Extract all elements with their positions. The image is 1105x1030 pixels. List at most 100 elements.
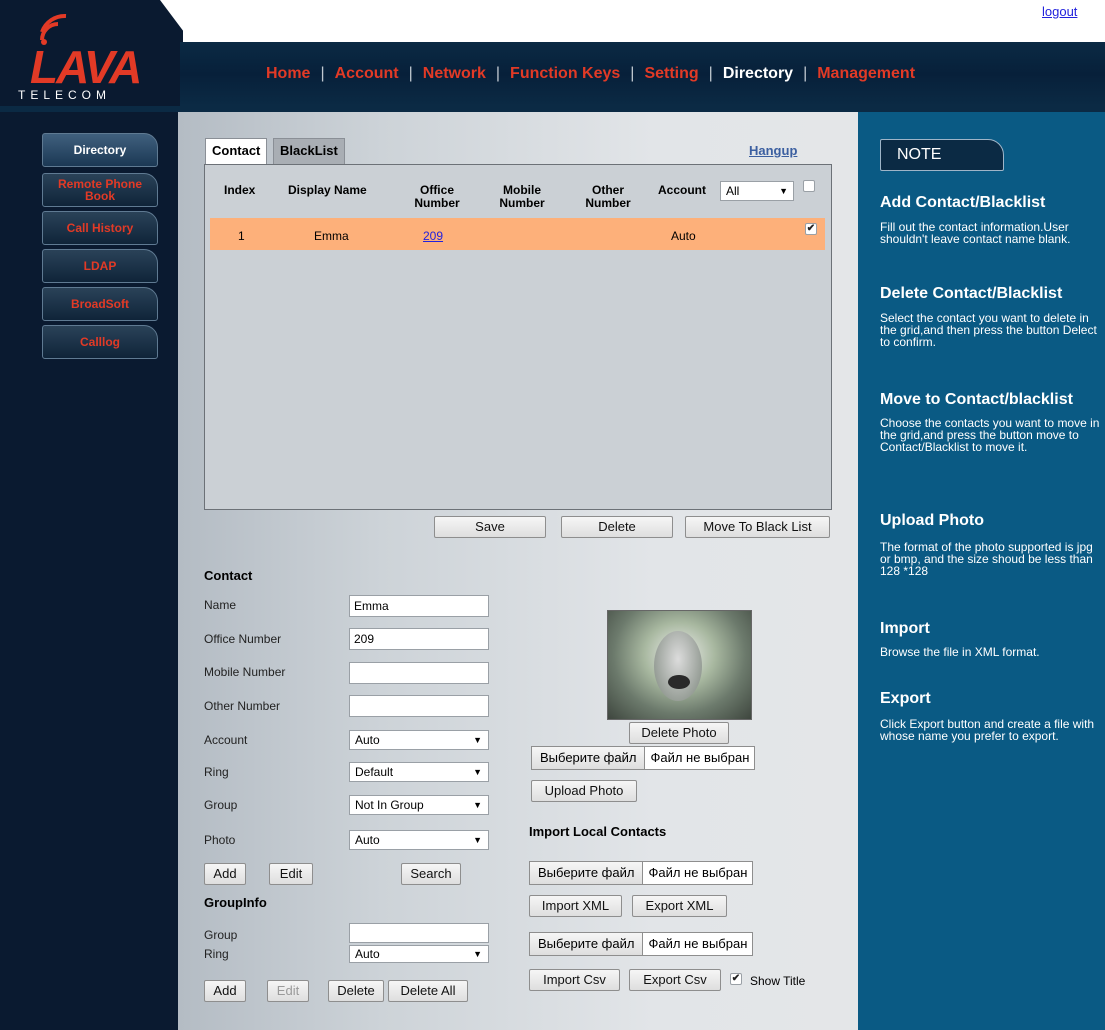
add-group-button[interactable]: Add <box>204 980 246 1002</box>
nav-function-keys[interactable]: Function Keys <box>510 65 620 83</box>
chevron-down-icon: ▼ <box>473 835 482 845</box>
col-header-other-number: Other Number <box>585 183 631 210</box>
note-title-export: Export <box>880 690 931 707</box>
note-tab: NOTE <box>880 139 1004 171</box>
export-csv-button[interactable]: Export Csv <box>629 969 721 991</box>
groupinfo-section-title: GroupInfo <box>204 895 267 910</box>
upload-photo-button[interactable]: Upload Photo <box>531 780 637 802</box>
select-all-checkbox[interactable] <box>803 180 815 192</box>
note-text-add: Fill out the contact information.User sh… <box>880 220 1071 246</box>
chevron-down-icon: ▼ <box>473 767 482 777</box>
show-title-checkbox[interactable]: ✔ <box>730 973 742 985</box>
col-header-office-number: Office Number <box>414 183 460 210</box>
ring-label: Ring <box>204 765 229 779</box>
tab-contact[interactable]: Contact <box>205 138 268 164</box>
delete-button[interactable]: Delete <box>561 516 673 538</box>
sidebar-item-remote-phone-book[interactable]: Remote Phone Book <box>42 173 158 207</box>
export-xml-button[interactable]: Export XML <box>632 895 727 917</box>
hangup-link[interactable]: Hangup <box>749 143 797 158</box>
groupinfo-ring-select[interactable]: Auto ▼ <box>349 945 489 963</box>
delete-group-button[interactable]: Delete <box>328 980 384 1002</box>
photo-select[interactable]: Auto ▼ <box>349 830 489 850</box>
table-row[interactable] <box>210 218 825 250</box>
import-csv-button[interactable]: Import Csv <box>529 969 620 991</box>
import-file-picker-2[interactable]: Выберите файл Файл не выбран <box>529 932 754 956</box>
mobile-number-input[interactable] <box>349 662 489 684</box>
note-text-export: Click Export button and create a file wi… <box>880 717 1095 743</box>
sidebar-item-calllog[interactable]: Calllog <box>42 325 158 359</box>
show-title-label: Show Title <box>750 974 806 988</box>
groupinfo-group-input[interactable] <box>349 923 489 943</box>
nav-management[interactable]: Management <box>817 65 915 83</box>
search-button[interactable]: Search <box>401 863 461 885</box>
note-text-move: Choose the contacts you want to move in … <box>880 416 1100 454</box>
nav-setting[interactable]: Setting <box>644 65 698 83</box>
group-select[interactable]: Not In Group ▼ <box>349 795 489 815</box>
sidebar-item-call-history[interactable]: Call History <box>42 211 158 245</box>
logo-subtitle: TELECOM <box>18 88 112 102</box>
groupinfo-group-label: Group <box>204 928 238 942</box>
cell-office-number-link[interactable]: 209 <box>423 229 443 243</box>
top-nav: Home | Account | Network | Function Keys… <box>266 62 915 86</box>
delete-all-groups-button[interactable]: Delete All <box>388 980 468 1002</box>
ring-select[interactable]: Default ▼ <box>349 762 489 782</box>
note-text-delete: Select the contact you want to delete in… <box>880 311 1097 349</box>
account-label: Account <box>204 733 248 747</box>
import-xml-button[interactable]: Import XML <box>529 895 622 917</box>
note-text-upload: The format of the photo supported is jpg… <box>880 540 1093 578</box>
choose-file-button[interactable]: Выберите файл <box>532 747 646 769</box>
logout-link[interactable]: logout <box>1042 4 1077 19</box>
nav-home[interactable]: Home <box>266 65 310 83</box>
sidebar-item-broadsoft[interactable]: BroadSoft <box>42 287 158 321</box>
ring-select-value: Default <box>355 765 394 779</box>
tab-blacklist[interactable]: BlackList <box>273 138 345 164</box>
choose-file-button[interactable]: Выберите файл <box>530 933 644 955</box>
move-to-blacklist-button[interactable]: Move To Black List <box>685 516 830 538</box>
sidebar-item-ldap[interactable]: LDAP <box>42 249 158 283</box>
row-checkbox[interactable]: ✔ <box>805 223 817 235</box>
save-button[interactable]: Save <box>434 516 546 538</box>
account-filter-select[interactable]: All ▼ <box>720 181 794 201</box>
account-select-value: Auto <box>355 733 380 747</box>
photo-file-picker[interactable]: Выберите файл Файл не выбран <box>531 746 756 770</box>
nav-separator: | <box>320 65 325 82</box>
add-contact-button[interactable]: Add <box>204 863 246 885</box>
header: LAVA TELECOM Home | Account | Network | … <box>0 0 1105 112</box>
name-input[interactable]: Emma <box>349 595 489 617</box>
photo-label: Photo <box>204 833 236 847</box>
import-file-picker-1[interactable]: Выберите файл Файл не выбран <box>529 861 754 885</box>
note-title-delete: Delete Contact/Blacklist <box>880 285 1063 302</box>
nav-separator: | <box>630 65 635 82</box>
nav-separator: | <box>408 65 413 82</box>
other-number-input[interactable] <box>349 695 489 717</box>
chevron-down-icon: ▼ <box>473 735 482 745</box>
cell-display-name: Emma <box>314 229 349 243</box>
note-title-move: Move to Contact/blacklist <box>880 391 1073 408</box>
choose-file-button[interactable]: Выберите файл <box>530 862 644 884</box>
chevron-down-icon: ▼ <box>473 949 482 959</box>
nav-network[interactable]: Network <box>423 65 486 83</box>
cell-index: 1 <box>238 229 245 243</box>
nav-separator: | <box>708 65 713 82</box>
nav-separator: | <box>803 65 808 82</box>
name-label: Name <box>204 598 237 612</box>
import-section-title: Import Local Contacts <box>529 824 667 839</box>
col-header-account: Account <box>658 183 706 197</box>
group-select-value: Not In Group <box>355 798 424 812</box>
edit-group-button[interactable]: Edit <box>267 980 309 1002</box>
account-select[interactable]: Auto ▼ <box>349 730 489 750</box>
delete-photo-button[interactable]: Delete Photo <box>629 722 729 744</box>
note-title-upload: Upload Photo <box>880 512 984 529</box>
nav-directory[interactable]: Directory <box>723 65 793 83</box>
sidebar-item-directory[interactable]: Directory <box>42 133 158 167</box>
group-label: Group <box>204 798 238 812</box>
other-number-label: Other Number <box>204 699 281 713</box>
col-header-display-name: Display Name <box>288 183 367 197</box>
contact-grid <box>204 164 832 510</box>
edit-contact-button[interactable]: Edit <box>269 863 313 885</box>
photo-mouth <box>668 675 690 689</box>
contact-section-title: Contact <box>204 568 253 583</box>
nav-account[interactable]: Account <box>335 65 399 83</box>
office-number-input[interactable]: 209 <box>349 628 489 650</box>
nav-separator: | <box>495 65 501 82</box>
